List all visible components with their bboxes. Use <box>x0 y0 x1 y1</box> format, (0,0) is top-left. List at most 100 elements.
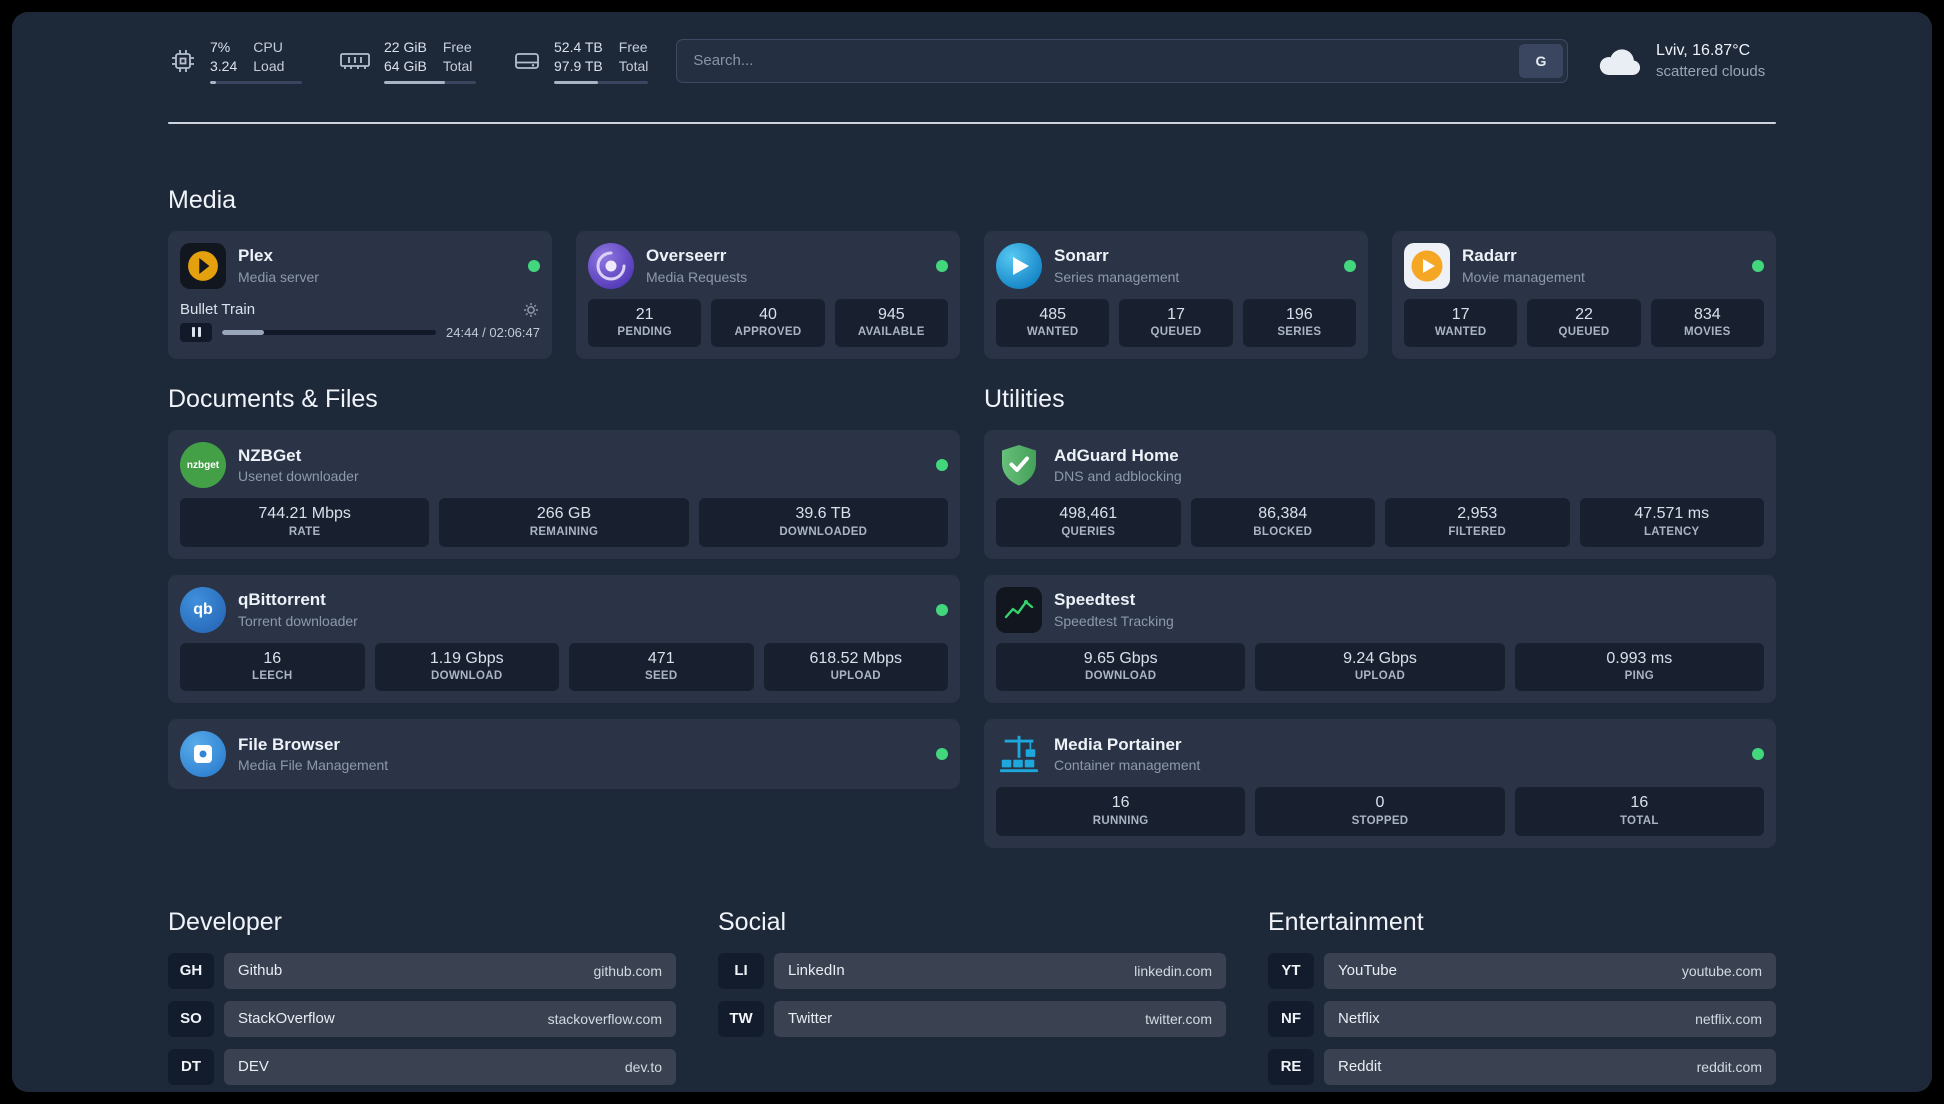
stat-download: 9.65 Gbps DOWNLOAD <box>996 642 1246 692</box>
status-dot <box>1344 259 1356 272</box>
cpu-icon <box>172 49 194 72</box>
cpu-load-label: Load <box>253 57 285 74</box>
bookmark-github[interactable]: GH Github github.com <box>168 952 676 989</box>
service-name: Sonarr <box>1054 246 1109 266</box>
bookmark-reddit[interactable]: RE Reddit reddit.com <box>1268 1048 1776 1085</box>
bookmark-twitter[interactable]: TW Twitter twitter.com <box>718 1000 1226 1037</box>
bookmark-name: DEV <box>238 1058 269 1076</box>
service-card-qbittorrent[interactable]: qb qBittorrent Torrent downloader 16 LEE… <box>168 574 960 704</box>
service-card-overseerr[interactable]: Overseerr Media Requests 21 PENDING 40 A… <box>576 230 960 360</box>
service-card-adguard[interactable]: AdGuard Home DNS and adblocking 498,461 … <box>984 430 1776 559</box>
service-card-portainer[interactable]: Media Portainer Container management 16 … <box>984 719 1776 848</box>
bookmark-netflix[interactable]: NF Netflix netflix.com <box>1268 1000 1776 1037</box>
resource-widgets: 7% 3.24 CPU Load 22 GiB 64 GiB Free Tota… <box>168 38 649 84</box>
stat-leech: 16 LEECH <box>180 642 365 692</box>
service-desc: Container management <box>1054 757 1201 774</box>
window-frame: 7% 3.24 CPU Load 22 GiB 64 GiB Free Tota… <box>0 0 1944 1104</box>
service-name: Media Portainer <box>1054 734 1182 754</box>
stat-upload: 618.52 Mbps UPLOAD <box>763 642 948 692</box>
stat-wanted: 485 WANTED <box>996 298 1110 348</box>
bookmark-url: reddit.com <box>1696 1058 1762 1075</box>
status-dot <box>936 459 948 472</box>
bookmark-name: Github <box>238 962 283 980</box>
service-desc: Series management <box>1054 268 1180 285</box>
stat-total: 16 TOTAL <box>1514 787 1764 836</box>
service-name: NZBGet <box>238 445 302 465</box>
stat-ping: 0.993 ms PING <box>1514 642 1764 692</box>
stat-stopped: 0 STOPPED <box>1255 787 1505 836</box>
section-title-entertainment: Entertainment <box>1268 907 1424 936</box>
disk-total-value: 97.9 TB <box>554 57 603 74</box>
memory-progress-fill <box>384 80 445 84</box>
pause-button[interactable] <box>180 322 212 342</box>
bookmark-name: Twitter <box>788 1010 833 1028</box>
top-bar: 7% 3.24 CPU Load 22 GiB 64 GiB Free Tota… <box>168 38 1776 84</box>
service-card-nzbget[interactable]: nzbget NZBGet Usenet downloader 744.21 M… <box>168 430 960 559</box>
bookmark-dev[interactable]: DT DEV dev.to <box>168 1048 676 1085</box>
filebrowser-icon <box>180 731 226 778</box>
section-developer: Developer GH Github github.com SO StackO… <box>168 908 676 1085</box>
bookmark-abbr: YT <box>1268 952 1314 989</box>
stat-pending: 21 PENDING <box>588 298 702 348</box>
bookmark-name: StackOverflow <box>238 1010 335 1028</box>
disk-progress <box>554 80 649 84</box>
adguard-icon <box>996 442 1042 488</box>
disk-free-value: 52.4 TB <box>554 39 603 55</box>
memory-total-label: Total <box>442 57 473 74</box>
stat-blocked: 86,384 BLOCKED <box>1190 498 1375 547</box>
stat-latency: 47.571 ms LATENCY <box>1579 498 1764 547</box>
playback-progress[interactable] <box>222 329 437 335</box>
stat-download: 1.19 Gbps DOWNLOAD <box>374 642 559 692</box>
bookmark-youtube[interactable]: YT YouTube youtube.com <box>1268 952 1776 989</box>
service-card-filebrowser[interactable]: File Browser Media File Management <box>168 719 960 790</box>
stat-approved: 40 APPROVED <box>711 298 825 348</box>
weather-location: Lviv, 16.87°C <box>1656 41 1751 59</box>
section-documents: Documents & Files nzbget NZBGet Usenet d… <box>168 385 960 790</box>
memory-widget: 22 GiB 64 GiB Free Total <box>338 38 476 84</box>
search-bar: G <box>676 38 1568 83</box>
status-dot <box>936 603 948 616</box>
stat-seed: 471 SEED <box>569 642 754 692</box>
stat-queued: 22 QUEUED <box>1527 298 1641 348</box>
cpu-progress <box>210 80 302 84</box>
section-media: Media Plex Media server Bullet Train 24:… <box>168 186 1776 360</box>
memory-progress <box>384 80 476 84</box>
section-title-documents: Documents & Files <box>168 385 378 414</box>
section-entertainment: Entertainment YT YouTube youtube.com NF … <box>1268 908 1776 1085</box>
section-title-social: Social <box>718 907 787 936</box>
plex-icon <box>180 242 226 289</box>
stat-downloaded: 39.6 TB DOWNLOADED <box>698 498 948 547</box>
gear-icon[interactable] <box>522 301 540 319</box>
section-title-developer: Developer <box>168 907 282 936</box>
service-desc: Speedtest Tracking <box>1054 612 1174 629</box>
disk-icon <box>515 52 539 69</box>
service-card-plex[interactable]: Plex Media server Bullet Train 24:44 / 0… <box>168 230 552 360</box>
portainer-icon <box>996 731 1042 777</box>
bookmark-abbr: LI <box>718 952 764 989</box>
bookmark-url: stackoverflow.com <box>547 1010 662 1027</box>
service-name: Speedtest <box>1054 590 1136 610</box>
section-title-media: Media <box>168 185 237 214</box>
bookmark-url: youtube.com <box>1681 962 1762 979</box>
search-provider-button[interactable]: G <box>1519 43 1563 78</box>
service-card-sonarr[interactable]: Sonarr Series management 485 WANTED 17 Q… <box>984 230 1368 360</box>
service-card-radarr[interactable]: Radarr Movie management 17 WANTED 22 QUE… <box>1392 230 1776 360</box>
bookmark-linkedin[interactable]: LI LinkedIn linkedin.com <box>718 952 1226 989</box>
status-dot <box>528 259 540 272</box>
service-card-speedtest[interactable]: Speedtest Speedtest Tracking 9.65 Gbps D… <box>984 574 1776 704</box>
service-desc: Media Requests <box>646 268 748 285</box>
service-desc: Media server <box>238 268 319 285</box>
stat-upload: 9.24 Gbps UPLOAD <box>1255 642 1505 692</box>
memory-total-value: 64 GiB <box>384 57 427 74</box>
stat-available: 945 AVAILABLE <box>834 298 948 348</box>
speedtest-icon <box>996 586 1042 633</box>
bookmark-url: netflix.com <box>1695 1010 1762 1027</box>
cloud-icon <box>1599 49 1641 75</box>
search-input[interactable] <box>676 38 1568 83</box>
bookmark-name: LinkedIn <box>788 962 845 980</box>
stat-running: 16 RUNNING <box>996 787 1246 836</box>
section-utilities: Utilities AdGuard Home DNS and adblockin… <box>984 385 1776 848</box>
bookmark-stackoverflow[interactable]: SO StackOverflow stackoverflow.com <box>168 1000 676 1037</box>
bookmark-abbr: TW <box>718 1000 764 1037</box>
weather-condition: scattered clouds <box>1656 63 1766 81</box>
